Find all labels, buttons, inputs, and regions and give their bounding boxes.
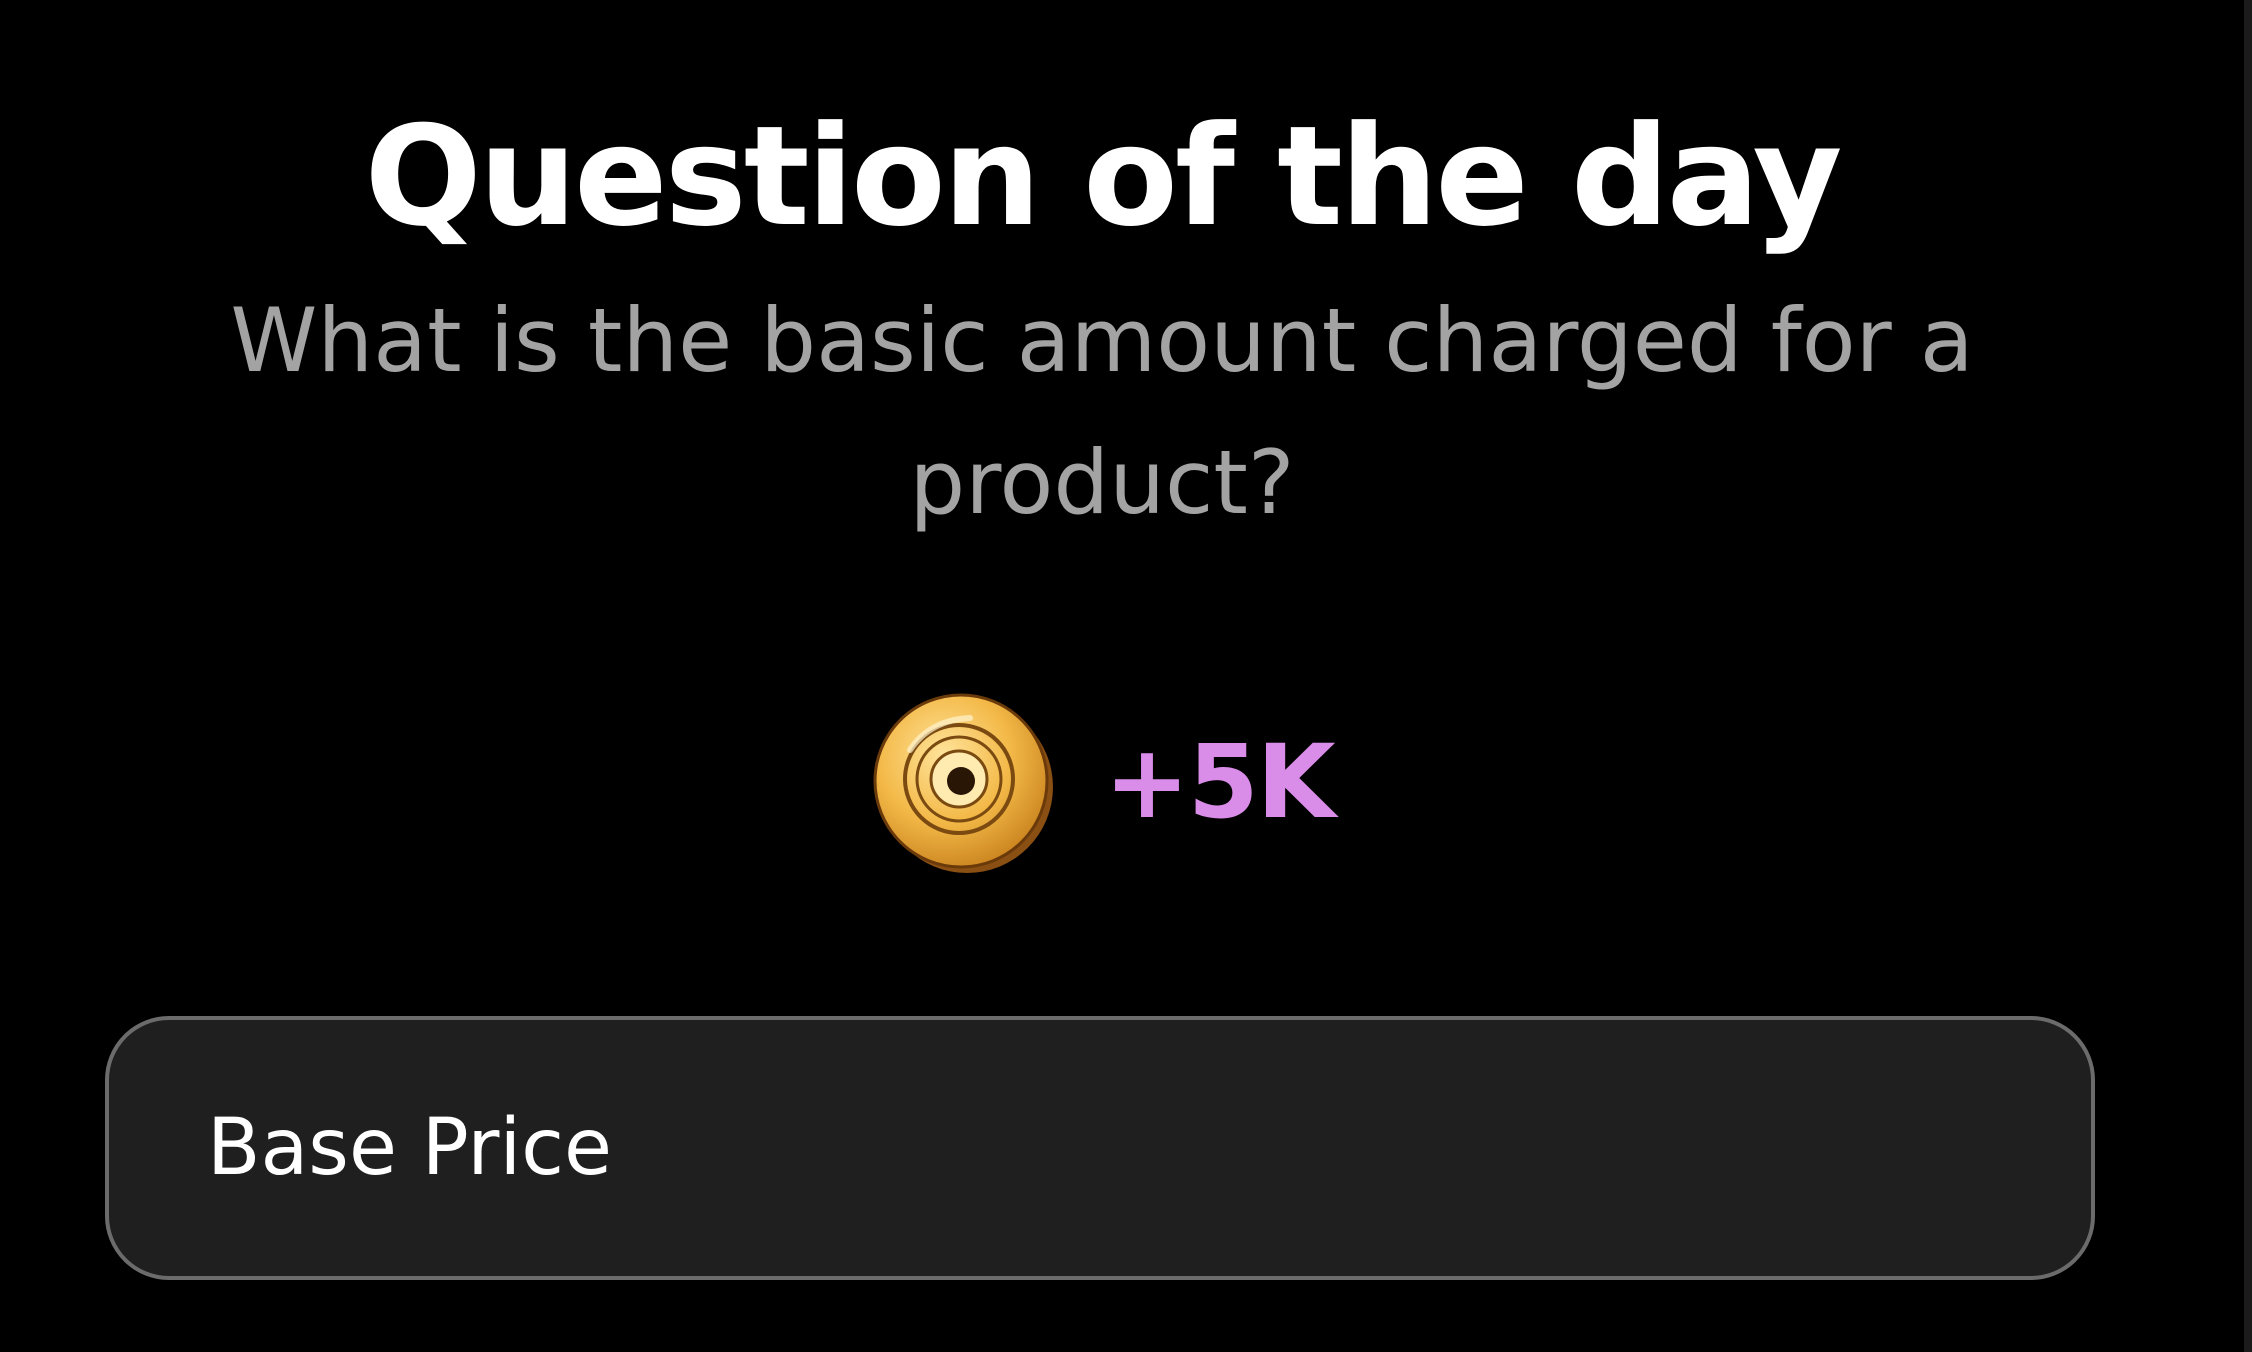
answer-option-label: Base Price bbox=[207, 1103, 613, 1193]
screen-edge bbox=[2244, 0, 2252, 1352]
coin-icon bbox=[873, 693, 1054, 873]
reward-badge: +5K bbox=[0, 690, 2204, 876]
page-title: Question of the day bbox=[364, 96, 1842, 257]
question-text: What is the basic amount charged for a p… bbox=[230, 289, 1974, 534]
answer-option-button[interactable]: Base Price bbox=[105, 1016, 2095, 1280]
reward-amount: +5K bbox=[1104, 723, 1335, 842]
